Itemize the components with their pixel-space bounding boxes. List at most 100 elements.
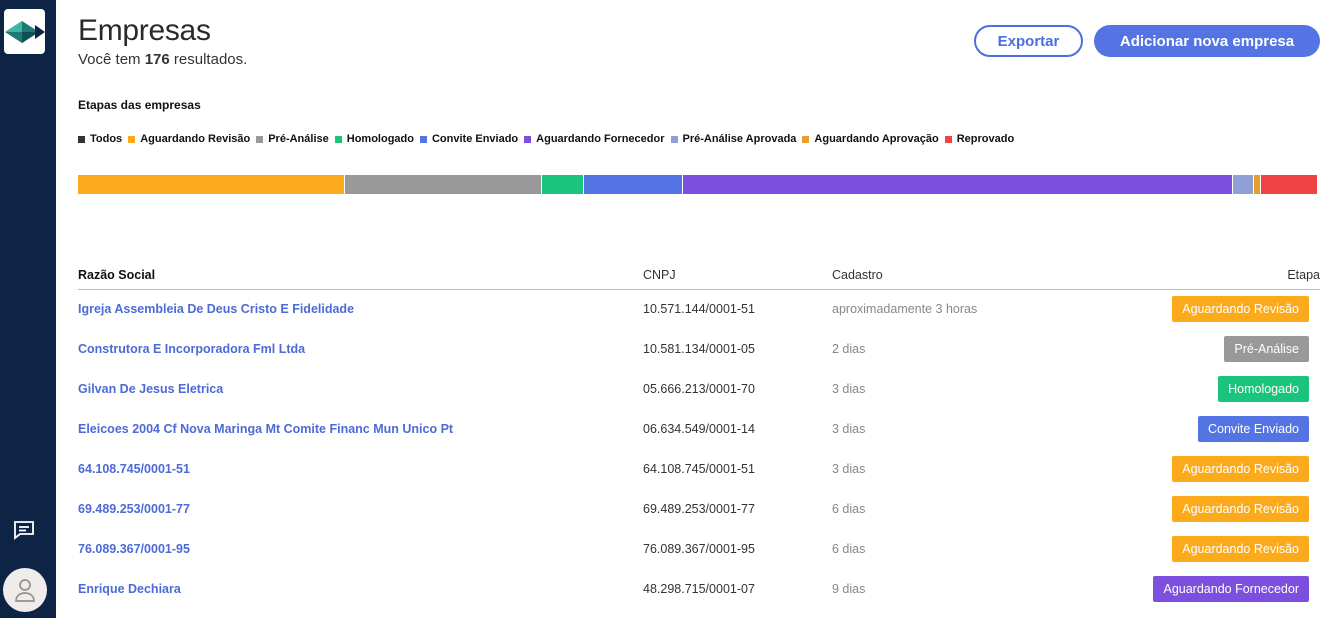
stage-bar-segment[interactable] <box>1254 175 1261 194</box>
stage-bar-segment[interactable] <box>78 175 345 194</box>
company-link[interactable]: Construtora E Incorporadora Fml Ltda <box>78 342 305 356</box>
cell-razao-social: 76.089.367/0001-95 <box>78 529 643 569</box>
legend-item[interactable]: Convite Enviado <box>419 133 519 145</box>
legend-label: Homologado <box>346 133 414 145</box>
stage-bar-segment[interactable] <box>345 175 542 194</box>
company-link[interactable]: Igreja Assembleia De Deus Cristo E Fidel… <box>78 302 354 316</box>
cell-etapa: Homologado <box>1094 369 1320 409</box>
company-link[interactable]: 69.489.253/0001-77 <box>78 502 190 516</box>
cell-etapa: Aguardando Revisão <box>1094 529 1320 569</box>
cell-cnpj: 10.571.144/0001-51 <box>643 302 755 317</box>
legend-label: Aguardando Fornecedor <box>536 133 665 145</box>
cell-razao-social: 64.108.745/0001-51 <box>78 449 643 489</box>
page-title: Empresas <box>78 14 211 47</box>
stage-badge: Aguardando Revisão <box>1172 536 1309 562</box>
table-row[interactable]: Gilvan De Jesus Eletrica 05.666.213/0001-… <box>78 369 1320 409</box>
legend-item[interactable]: Aguardando Fornecedor <box>524 133 665 145</box>
legend-item[interactable]: Aguardando Aprovação <box>802 133 939 145</box>
legend-swatch <box>78 135 85 143</box>
legend-item[interactable]: Todos <box>78 133 122 145</box>
cell-etapa: Pré-Análise <box>1094 329 1320 369</box>
cell-razao-social: Igreja Assembleia De Deus Cristo E Fidel… <box>78 289 643 329</box>
cell-cnpj: 64.108.745/0001-51 <box>643 462 755 476</box>
company-link[interactable]: 76.089.367/0001-95 <box>78 542 190 556</box>
table-row[interactable]: Eleicoes 2004 Cf Nova Maringa Mt Comite … <box>78 409 1320 449</box>
stage-badge: Aguardando Revisão <box>1172 496 1309 522</box>
cell-etapa: Aguardando Revisão <box>1094 289 1320 329</box>
legend-label: Convite Enviado <box>431 133 519 145</box>
companies-table: Razão Social CNPJ Cadastro Etapa Igreja … <box>78 263 1320 609</box>
cell-etapa: Aguardando Revisão <box>1094 489 1320 529</box>
stage-bar-segment[interactable] <box>1261 175 1318 194</box>
table-row[interactable]: 76.089.367/0001-95 76.089.367/0001-95 6 di… <box>78 529 1320 569</box>
company-link[interactable]: 64.108.745/0001-51 <box>78 462 190 476</box>
app-logo[interactable] <box>4 9 45 54</box>
legend-swatch <box>334 135 342 143</box>
legend-swatch <box>524 135 532 143</box>
legend-item[interactable]: Reprovado <box>944 133 1015 145</box>
cell-cadastro: 3 dias <box>832 462 866 476</box>
main-content: Empresas Você tem 176 resultados. Export… <box>78 0 1320 618</box>
cell-cadastro: 6 dias <box>832 542 866 556</box>
legend-item[interactable]: Pré-Análise Aprovada <box>670 133 797 145</box>
cell-cnpj: 10.581.134/0001-05 <box>643 342 755 356</box>
cell-cadastro: 3 dias <box>832 422 866 436</box>
avatar[interactable] <box>3 568 47 612</box>
stage-badge: Convite Enviado <box>1197 416 1309 442</box>
stage-badge: Aguardando Revisão <box>1172 456 1309 482</box>
cell-razao-social: Construtora E Incorporadora Fml Ltda <box>78 329 643 369</box>
legend-item[interactable]: Aguardando Revisão <box>128 133 250 145</box>
cell-cadastro: 2 dias <box>832 342 866 356</box>
company-link[interactable]: Gilvan De Jesus Eletrica <box>78 382 223 396</box>
legend-label: Pré-Análise <box>268 133 329 145</box>
stage-badge: Aguardando Fornecedor <box>1153 576 1309 602</box>
results-summary: Você tem 176 resultados. <box>78 51 247 68</box>
cell-cnpj: 76.089.367/0001-95 <box>643 542 755 556</box>
legend-label: Todos <box>90 133 123 145</box>
legend-swatch <box>256 135 264 143</box>
add-company-button[interactable]: Adicionar nova empresa <box>1094 25 1320 57</box>
diamond-logo-icon <box>4 20 45 43</box>
legend-item[interactable]: Homologado <box>334 133 414 145</box>
table-row[interactable]: Igreja Assembleia De Deus Cristo E Fidel… <box>78 289 1320 329</box>
user-icon <box>15 579 35 602</box>
legend-swatch <box>128 135 136 143</box>
header-cadastro[interactable]: Cadastro <box>832 263 1094 290</box>
stage-bar-segment[interactable] <box>1233 175 1254 194</box>
sidebar <box>0 0 56 618</box>
export-button[interactable]: Exportar <box>974 25 1083 57</box>
company-link[interactable]: Eleicoes 2004 Cf Nova Maringa Mt Comite … <box>78 422 453 436</box>
chat-icon[interactable] <box>12 518 36 542</box>
cell-razao-social: Eleicoes 2004 Cf Nova Maringa Mt Comite … <box>78 409 643 449</box>
cell-razao-social: Gilvan De Jesus Eletrica <box>78 369 643 409</box>
stage-bar-segment[interactable] <box>542 175 584 194</box>
header-razao-social[interactable]: Razão Social <box>78 263 643 290</box>
header-cnpj[interactable]: CNPJ <box>643 263 832 290</box>
legend-swatch <box>419 135 427 143</box>
cell-razao-social: 69.489.253/0001-77 <box>78 489 643 529</box>
legend-label: Reprovado <box>956 133 1015 145</box>
table-header-row: Razão Social CNPJ Cadastro Etapa <box>78 263 1320 290</box>
cell-cadastro: aproximadamente 3 horas <box>832 302 978 317</box>
legend-swatch <box>802 135 810 143</box>
table-row[interactable]: Construtora E Incorporadora Fml Ltda 10.5… <box>78 329 1320 369</box>
results-count: 176 <box>144 51 170 68</box>
stages-legend: Todos Aguardando Revisão Pré-Análise Homolo… <box>78 133 1020 145</box>
cell-cnpj: 06.634.549/0001-14 <box>643 422 755 436</box>
legend-label: Pré-Análise Aprovada <box>682 133 797 145</box>
table-row[interactable]: Enrique Dechiara 48.298.715/0001-07 9 dias… <box>78 569 1320 609</box>
cell-etapa: Convite Enviado <box>1094 409 1320 449</box>
table-row[interactable]: 64.108.745/0001-51 64.108.745/0001-51 3 di… <box>78 449 1320 489</box>
table-row[interactable]: 69.489.253/0001-77 69.489.253/0001-77 6 di… <box>78 489 1320 529</box>
results-prefix: Você tem <box>78 51 141 68</box>
cell-etapa: Aguardando Fornecedor <box>1094 569 1320 609</box>
cell-cnpj: 48.298.715/0001-07 <box>643 582 755 596</box>
legend-item[interactable]: Pré-Análise <box>256 133 329 145</box>
stage-badge: Aguardando Revisão <box>1172 296 1309 323</box>
header-etapa[interactable]: Etapa <box>1094 263 1320 290</box>
stage-badge: Homologado <box>1218 376 1309 402</box>
cell-cadastro: 6 dias <box>832 502 866 516</box>
company-link[interactable]: Enrique Dechiara <box>78 582 181 596</box>
stage-bar-segment[interactable] <box>584 175 683 194</box>
stage-bar-segment[interactable] <box>683 175 1233 194</box>
